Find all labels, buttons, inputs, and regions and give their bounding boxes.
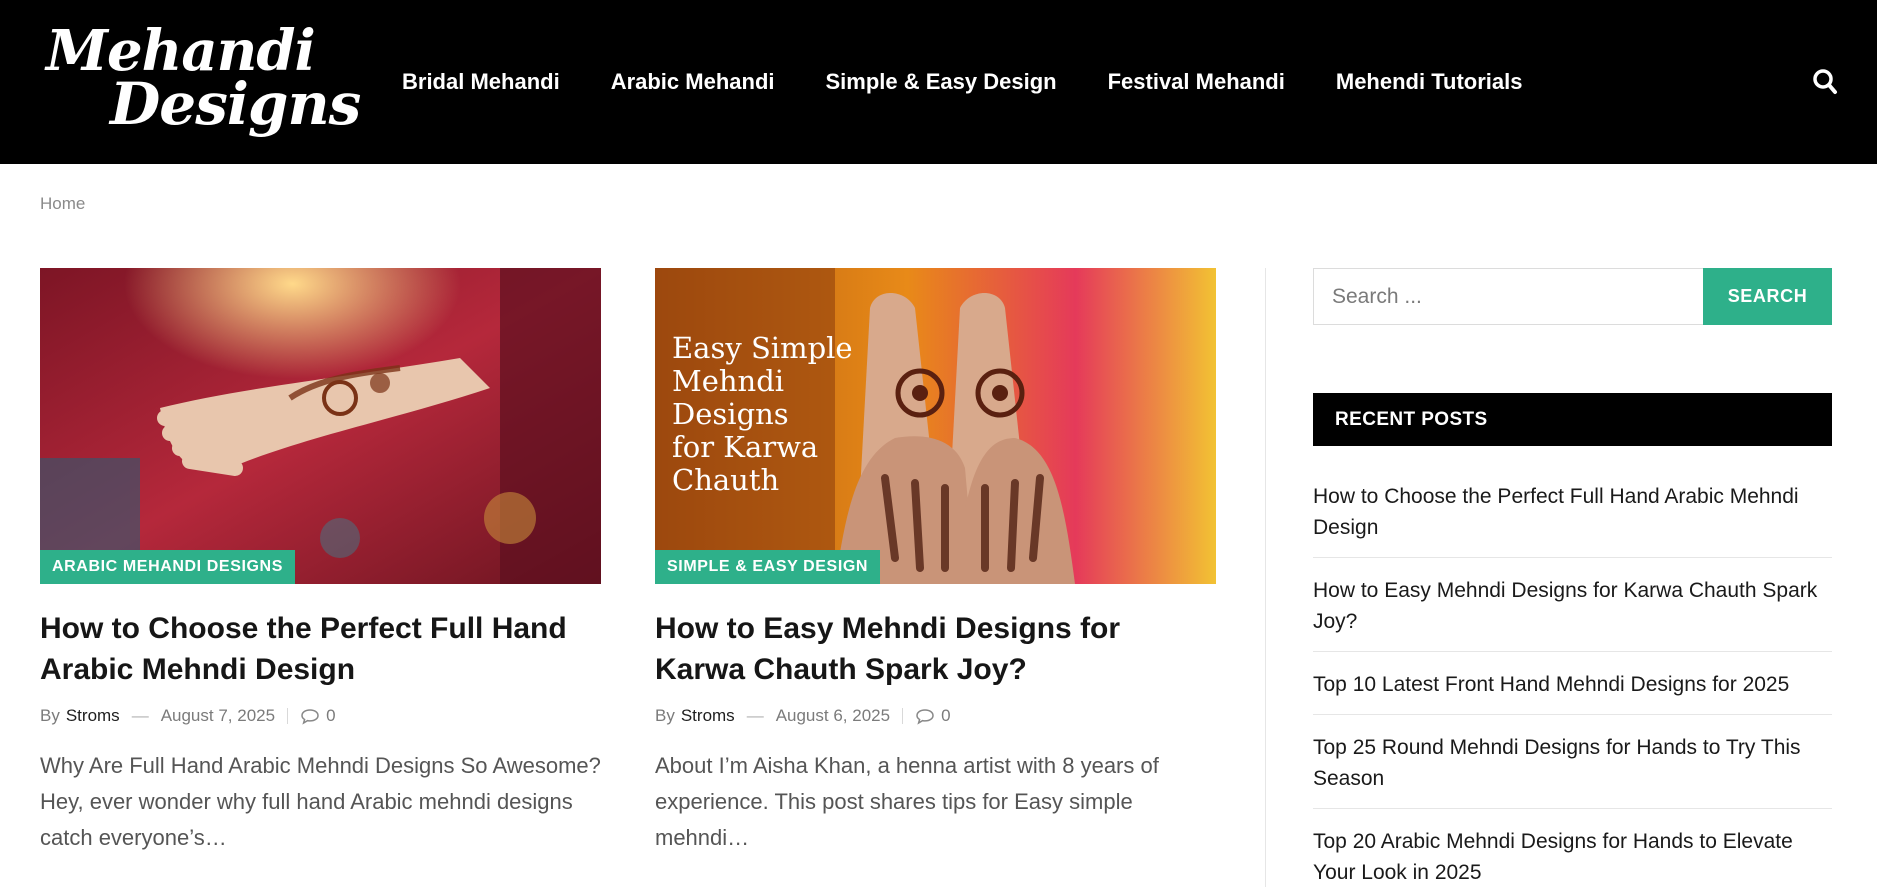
nav-item-mehendi-tutorials[interactable]: Mehendi Tutorials (1336, 69, 1523, 95)
post-date: August 7, 2025 (160, 706, 276, 725)
nav-item-simple-easy-design[interactable]: Simple & Easy Design (826, 69, 1057, 95)
content-divider (1265, 268, 1266, 887)
breadcrumb: Home (40, 194, 85, 214)
post-card: Easy Simple Mehndi Designs for Karwa Cha… (655, 268, 1216, 856)
post-author[interactable]: Stroms (681, 706, 735, 726)
recent-posts-heading: RECENT POSTS (1313, 393, 1832, 446)
nav-item-festival-mehandi[interactable]: Festival Mehandi (1108, 69, 1285, 95)
main-nav: Bridal Mehandi Arabic Mehandi Simple & E… (402, 0, 1573, 164)
image-text-line: Mehndi (672, 364, 784, 398)
image-text-line: Easy Simple (672, 331, 853, 365)
site-logo[interactable]: Mehandi Designs (46, 18, 361, 138)
nav-item-bridal-mehandi[interactable]: Bridal Mehandi (402, 69, 560, 95)
post-meta: By Stroms — August 7, 2025 0 (40, 706, 601, 726)
post-title[interactable]: How to Choose the Perfect Full Hand Arab… (40, 608, 601, 690)
post-title[interactable]: How to Easy Mehndi Designs for Karwa Cha… (655, 608, 1216, 690)
comment-count: 0 (941, 706, 951, 725)
meta-dash: — (131, 706, 149, 725)
recent-post-link[interactable]: How to Easy Mehndi Designs for Karwa Cha… (1313, 575, 1832, 652)
post-thumbnail[interactable]: ARABIC MEHANDI DESIGNS (40, 268, 601, 584)
post-thumbnail[interactable]: Easy Simple Mehndi Designs for Karwa Cha… (655, 268, 1216, 584)
post-by-label: By (40, 706, 60, 725)
recent-post-link[interactable]: Top 25 Round Mehndi Designs for Hands to… (1313, 732, 1832, 809)
post-card: ARABIC MEHANDI DESIGNS How to Choose the… (40, 268, 601, 856)
nav-item-arabic-mehandi[interactable]: Arabic Mehandi (611, 69, 775, 95)
post-excerpt: Why Are Full Hand Arabic Mehndi Designs … (40, 753, 601, 850)
post-category-badge[interactable]: SIMPLE & EASY DESIGN (655, 550, 881, 584)
image-text-line: Designs (672, 397, 789, 431)
post-meta: By Stroms — August 6, 2025 0 (655, 706, 1216, 726)
sidebar-search-button[interactable]: SEARCH (1703, 268, 1832, 325)
site-header: Mehandi Designs Bridal Mehandi Arabic Me… (0, 0, 1877, 164)
recent-posts-title: RECENT POSTS (1335, 408, 1488, 430)
meta-dash: — (746, 706, 764, 725)
image-text-line: Chauth (672, 463, 779, 497)
post-excerpt: About I’m Aisha Khan, a henna artist wit… (655, 753, 1159, 850)
recent-posts-list: How to Choose the Perfect Full Hand Arab… (1313, 481, 1832, 887)
breadcrumb-home[interactable]: Home (40, 194, 85, 213)
post-category-badge[interactable]: ARABIC MEHANDI DESIGNS (40, 550, 295, 584)
recent-post-link[interactable]: Top 20 Arabic Mehndi Designs for Hands t… (1313, 826, 1832, 887)
post-author[interactable]: Stroms (66, 706, 120, 726)
comment-count: 0 (326, 706, 336, 725)
recent-post-link[interactable]: How to Choose the Perfect Full Hand Arab… (1313, 481, 1832, 558)
post-image: Easy Simple Mehndi Designs for Karwa Cha… (655, 268, 1216, 584)
search-placeholder: Search ... (1332, 284, 1422, 308)
comment-icon (916, 708, 934, 725)
post-comments[interactable]: 0 (300, 706, 336, 726)
comment-icon (301, 708, 319, 725)
post-by-label: By (655, 706, 675, 725)
post-comments[interactable]: 0 (915, 706, 951, 726)
recent-post-link[interactable]: Top 10 Latest Front Hand Mehndi Designs … (1313, 669, 1832, 715)
post-date: August 6, 2025 (775, 706, 891, 725)
sidebar-search-input[interactable]: Search ... (1313, 268, 1703, 325)
post-image (40, 268, 601, 584)
logo-line-2: Designs (110, 70, 361, 138)
meta-separator (287, 708, 289, 724)
meta-separator (902, 708, 904, 724)
search-icon[interactable] (1812, 68, 1838, 96)
image-text-line: for Karwa (672, 430, 818, 464)
